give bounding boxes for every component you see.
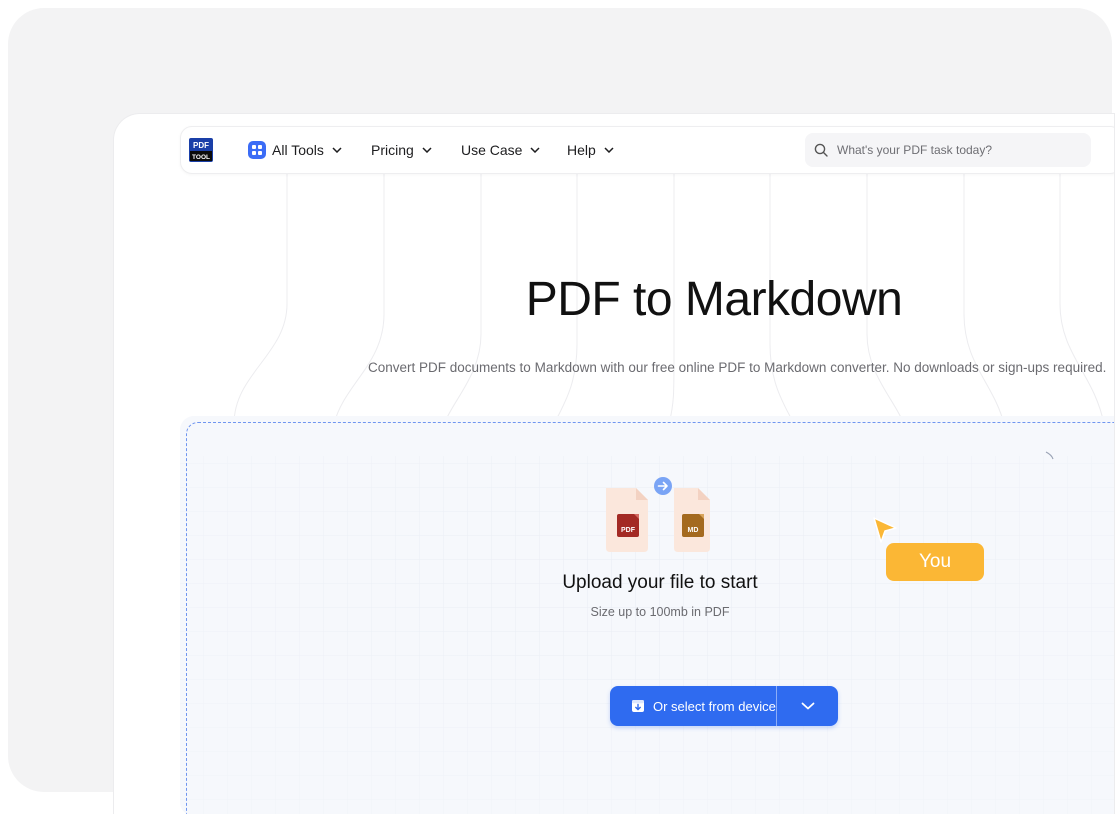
nav-use-case-label: Use Case	[461, 142, 523, 158]
chevron-down-icon	[604, 147, 614, 153]
upload-title: Upload your file to start	[562, 572, 758, 593]
chevron-down-icon	[530, 147, 540, 153]
nav-use-case[interactable]: Use Case	[461, 127, 540, 173]
page-title: PDF to Markdown	[525, 273, 903, 326]
select-from-device-button[interactable]: Or select from device	[610, 686, 838, 726]
chevron-down-icon	[801, 702, 814, 710]
upload-source-dropdown[interactable]	[777, 686, 838, 726]
nav-help-label: Help	[567, 142, 596, 158]
select-from-device-label: Or select from device	[653, 698, 776, 714]
nav-help[interactable]: Help	[567, 127, 614, 173]
md-badge-label: MD	[688, 527, 699, 534]
cursor-label-badge: You	[886, 543, 984, 581]
select-from-device-main[interactable]: Or select from device	[610, 686, 776, 726]
svg-text:TOOL: TOOL	[192, 154, 210, 161]
pdf-tool-logo-icon[interactable]: PDF TOOL	[189, 138, 213, 162]
page-subtitle: Convert PDF documents to Markdown with o…	[368, 360, 1107, 375]
nav-pricing-label: Pricing	[371, 142, 414, 158]
nav-all-tools-label: All Tools	[272, 142, 324, 158]
upload-size-hint: Size up to 100mb in PDF	[590, 605, 730, 619]
app-window: PDF TOOL All Tools Pricing Use Case Help…	[114, 114, 1114, 814]
grid-icon	[248, 141, 266, 159]
search-input[interactable]	[835, 142, 1079, 158]
pdf-to-md-file-icons: PDF MD	[606, 477, 710, 552]
top-navbar: PDF TOOL All Tools Pricing Use Case Help…	[180, 126, 1114, 174]
pdf-badge-label: PDF	[621, 527, 636, 534]
upload-dropzone[interactable]: PDF MD Upload your file to start Size up…	[180, 416, 1114, 814]
nav-pricing[interactable]: Pricing	[371, 127, 432, 173]
search-icon	[814, 143, 828, 157]
search-box	[805, 133, 1091, 167]
cursor-arrow-icon	[873, 517, 897, 543]
chevron-down-icon	[332, 147, 342, 153]
svg-text:PDF: PDF	[193, 141, 209, 150]
nav-all-tools[interactable]: All Tools	[248, 127, 342, 173]
file-upload-icon	[632, 700, 644, 712]
chevron-down-icon	[422, 147, 432, 153]
